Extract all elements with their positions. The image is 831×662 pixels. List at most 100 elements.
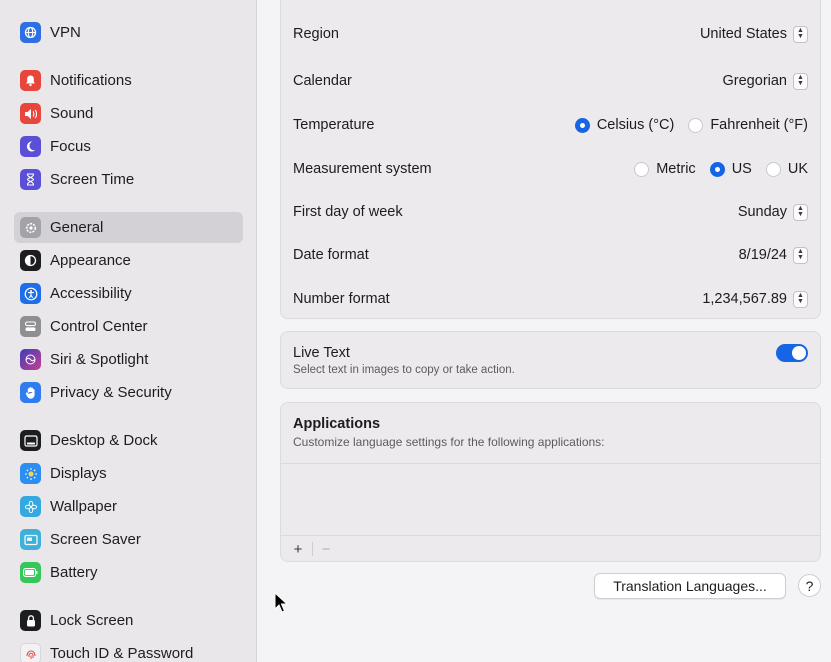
speaker-icon — [20, 103, 41, 124]
date-format-row: Date format 8/19/24 ▲ ▼ — [281, 233, 820, 277]
hourglass-icon — [20, 169, 41, 190]
live-text-toggle[interactable] — [776, 344, 808, 362]
radio-selected-indicator — [574, 117, 590, 133]
settings-window: VPN Notifications Sound Focus Screen Tim — [0, 0, 831, 662]
translation-languages-button[interactable]: Translation Languages... — [594, 573, 786, 599]
sidebar-item-sound[interactable]: Sound — [14, 98, 243, 129]
sidebar-item-appearance[interactable]: Appearance — [14, 245, 243, 276]
date-format-label: Date format — [293, 247, 369, 263]
sidebar-item-displays[interactable]: Displays — [14, 458, 243, 489]
radio-celsius[interactable]: Celsius (°C) — [574, 117, 674, 133]
hand-icon — [20, 382, 41, 403]
number-format-select[interactable]: 1,234,567.89 ▲ ▼ — [702, 290, 808, 308]
sidebar-item-desktop-dock[interactable]: Desktop & Dock — [14, 425, 243, 456]
applications-list[interactable] — [281, 464, 820, 535]
sidebar-item-label: Screen Time — [50, 171, 135, 188]
temperature-row: Temperature Celsius (°C) Fahrenheit (°F) — [281, 103, 820, 147]
sun-icon — [20, 463, 41, 484]
control-center-icon — [20, 316, 41, 337]
mouse-cursor-icon — [274, 591, 289, 618]
chevron-up-down-icon: ▲ ▼ — [793, 203, 808, 221]
dock-icon — [20, 430, 41, 451]
sidebar-item-label: Notifications — [50, 72, 132, 89]
sidebar-item-label: Screen Saver — [50, 531, 141, 548]
date-format-select[interactable]: 8/19/24 ▲ ▼ — [738, 246, 808, 264]
sidebar-item-notifications[interactable]: Notifications — [14, 65, 243, 96]
applications-subtitle: Customize language settings for the foll… — [293, 435, 605, 449]
radio-us-label: US — [731, 161, 752, 177]
sidebar-item-accessibility[interactable]: Accessibility — [14, 278, 243, 309]
live-text-text: Live Text Select text in images to copy … — [293, 345, 515, 376]
battery-icon — [20, 562, 41, 583]
sidebar-item-control-center[interactable]: Control Center — [14, 311, 243, 342]
live-text-card: Live Text Select text in images to copy … — [280, 331, 821, 389]
sidebar-item-label: General — [50, 219, 104, 236]
sidebar-item-screen-saver[interactable]: Screen Saver — [14, 524, 243, 555]
bell-icon — [20, 70, 41, 91]
first-day-label: First day of week — [293, 204, 403, 220]
live-text-subtitle: Select text in images to copy or take ac… — [293, 364, 515, 376]
radio-uk[interactable]: UK — [765, 161, 808, 177]
remove-button[interactable]: − — [319, 541, 333, 558]
region-value: United States — [699, 26, 787, 42]
applications-card: Applications Customize language settings… — [280, 402, 821, 562]
sidebar-item-focus[interactable]: Focus — [14, 131, 243, 162]
calendar-value: Gregorian — [722, 73, 787, 89]
sidebar-item-label: Desktop & Dock — [50, 432, 158, 449]
sidebar-item-label: Battery — [50, 564, 98, 581]
sidebar-item-label: Privacy & Security — [50, 384, 172, 401]
sidebar-item-privacy-security[interactable]: Privacy & Security — [14, 377, 243, 408]
applications-header: Applications Customize language settings… — [293, 416, 605, 449]
sidebar-item-label: Sound — [50, 105, 94, 122]
date-format-value: 8/19/24 — [738, 247, 787, 263]
region-select[interactable]: United States ▲ ▼ — [699, 25, 808, 43]
applications-title: Applications — [293, 416, 381, 432]
sidebar-item-vpn[interactable]: VPN — [14, 17, 243, 48]
sidebar-item-touch-id[interactable]: Touch ID & Password — [14, 638, 243, 662]
measurement-row: Measurement system Metric US UK — [281, 147, 820, 191]
help-button[interactable]: ? — [798, 574, 821, 597]
format-settings-card: Region United States ▲ ▼ Calendar Gregori… — [280, 0, 821, 319]
measurement-label: Measurement system — [293, 161, 432, 177]
sidebar-item-label: Wallpaper — [50, 498, 117, 515]
radio-fahrenheit-label: Fahrenheit (°F) — [710, 117, 808, 133]
chevron-up-down-icon: ▲ ▼ — [793, 25, 808, 43]
radio-metric[interactable]: Metric — [634, 161, 696, 177]
measurement-radio-group: Metric US UK — [620, 161, 808, 177]
radio-fahrenheit[interactable]: Fahrenheit (°F) — [688, 117, 808, 133]
gear-icon — [20, 217, 41, 238]
sidebar-item-screen-time[interactable]: Screen Time — [14, 164, 243, 195]
sidebar-item-label: Lock Screen — [50, 612, 134, 629]
calendar-select[interactable]: Gregorian ▲ ▼ — [722, 72, 808, 90]
first-day-row: First day of week Sunday ▲ ▼ — [281, 190, 820, 234]
moon-icon — [20, 136, 41, 157]
sidebar-item-label: Focus — [50, 138, 91, 155]
add-button[interactable]: + — [290, 541, 306, 558]
sidebar-item-battery[interactable]: Battery — [14, 557, 243, 588]
sidebar-item-label: VPN — [50, 24, 81, 41]
first-day-select[interactable]: Sunday ▲ ▼ — [738, 203, 808, 221]
sidebar-item-lock-screen[interactable]: Lock Screen — [14, 605, 243, 636]
chevron-up-down-icon: ▲ ▼ — [793, 72, 808, 90]
sidebar-item-label: Displays — [50, 465, 107, 482]
radio-us[interactable]: US — [709, 161, 752, 177]
calendar-label: Calendar — [293, 73, 352, 89]
radio-unselected-indicator — [765, 161, 781, 177]
fingerprint-icon — [20, 643, 41, 662]
sidebar-item-general[interactable]: General — [14, 212, 243, 243]
live-text-title: Live Text — [293, 345, 350, 361]
temperature-label: Temperature — [293, 117, 375, 133]
sidebar-item-siri-spotlight[interactable]: Siri & Spotlight — [14, 344, 243, 375]
sidebar: VPN Notifications Sound Focus Screen Tim — [0, 0, 257, 662]
sidebar-item-label: Appearance — [50, 252, 131, 269]
number-format-row: Number format 1,234,567.89 ▲ ▼ — [281, 277, 820, 321]
sidebar-item-wallpaper[interactable]: Wallpaper — [14, 491, 243, 522]
globe-icon — [20, 22, 41, 43]
chevron-up-down-icon: ▲ ▼ — [793, 246, 808, 264]
calendar-row: Calendar Gregorian ▲ ▼ — [281, 59, 820, 103]
radio-uk-label: UK — [787, 161, 808, 177]
sidebar-item-label: Siri & Spotlight — [50, 351, 149, 368]
region-label: Region — [293, 26, 339, 42]
toggle-knob — [792, 346, 806, 360]
toolbar-separator — [312, 542, 313, 556]
